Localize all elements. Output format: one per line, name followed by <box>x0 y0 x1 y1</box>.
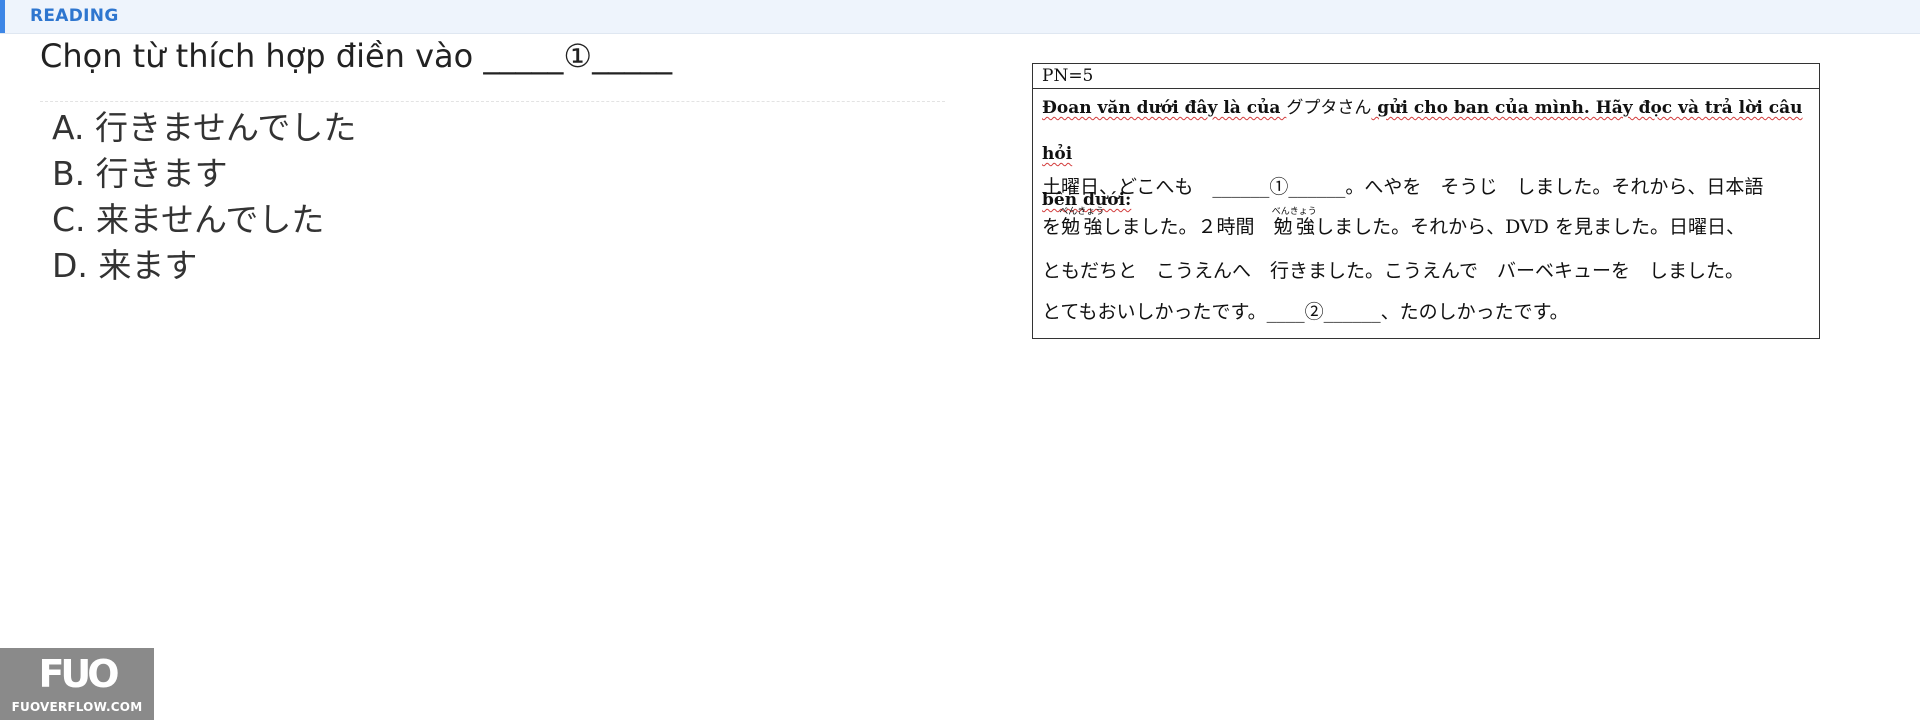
option-b[interactable]: B. 行きます <box>52 151 356 197</box>
reading-passage: PN=5 Đoan văn dưới đây là của グプタさん gửi … <box>1032 63 1820 339</box>
passage-instruction: Đoan văn dưới đây là của グプタさん gửi cho b… <box>1033 81 1819 210</box>
ruby-word-2: 勉強べんきょう <box>1271 207 1317 238</box>
passage-line-2: を勉強べんきょうしました。２時間 勉強べんきょうしました。それから、DVD を見… <box>1042 205 1810 249</box>
section-accent-bar <box>0 0 5 33</box>
passage-line-1: 土曜日、どこへも ______①______。へやを そうじ しました。それから… <box>1042 176 1764 198</box>
question-divider <box>40 101 945 102</box>
option-a[interactable]: A. 行きませんでした <box>52 105 356 151</box>
instruction-part1: Đoan văn dưới đây là của <box>1042 98 1287 118</box>
passage-line-4: とてもおいしかったです。____②______、たのしかったです。 <box>1042 301 1569 323</box>
section-header-bar: READING <box>0 0 1920 34</box>
line2-part-b: しました。２時間 <box>1102 216 1274 238</box>
option-d[interactable]: D. 来ます <box>52 243 356 289</box>
question-text: Chọn từ thích hợp điền vào _____①_____ <box>40 37 673 75</box>
option-c[interactable]: C. 来ませんでした <box>52 197 356 243</box>
passage-line-3: ともだちと こうえんへ 行きました。こうえんで バーベキューを しました。 <box>1042 260 1745 282</box>
ruby-word-1: 勉強べんきょう <box>1059 207 1105 238</box>
passage-body: 土曜日、どこへも ______①______。へやを そうじ しました。それから… <box>1033 169 1819 331</box>
site-logo[interactable]: FUO FUOVERFLOW.COM <box>0 648 154 720</box>
answer-options: A. 行きませんでした B. 行きます C. 来ませんでした D. 来ます <box>52 105 356 289</box>
logo-site-text: FUOVERFLOW.COM <box>11 700 143 714</box>
instruction-name: グプタさん <box>1286 98 1372 118</box>
line2-part-c: しました。それから、DVD を見ました。日曜日、 <box>1315 216 1745 238</box>
logo-mark: FUO <box>38 652 119 696</box>
section-label: READING <box>30 6 119 26</box>
